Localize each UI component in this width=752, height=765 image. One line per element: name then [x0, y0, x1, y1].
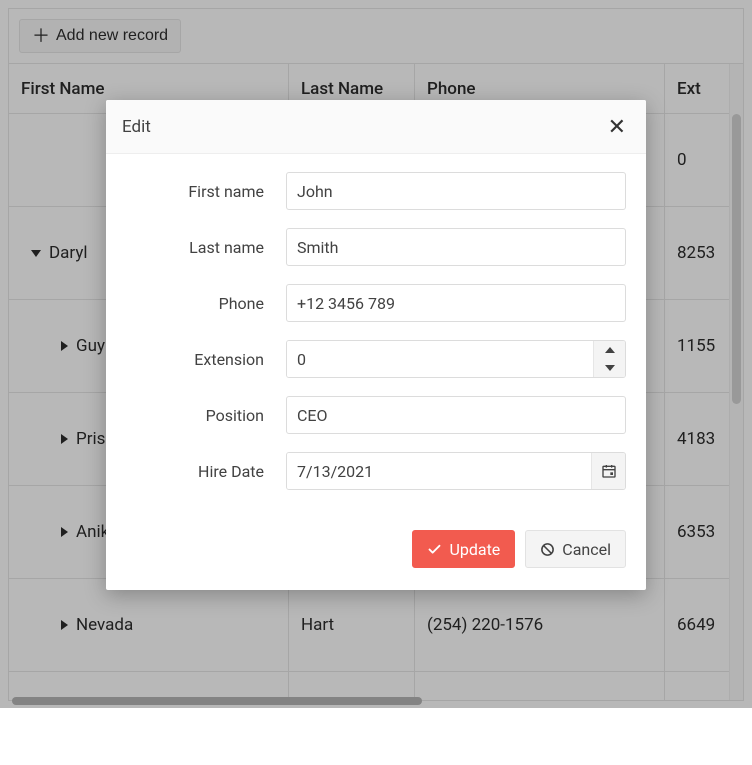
edit-dialog: Edit ✕ First name Last name Phone Extens…: [106, 100, 646, 590]
form-row-position: Position: [126, 396, 626, 434]
first-name-input[interactable]: [286, 172, 626, 210]
dialog-footer: Update Cancel: [106, 516, 646, 590]
label-first-name: First name: [126, 182, 286, 201]
cancel-button-label: Cancel: [562, 540, 611, 559]
form-row-first-name: First name: [126, 172, 626, 210]
caret-down-icon: [605, 365, 615, 371]
hire-date-input[interactable]: [287, 453, 591, 489]
extension-input[interactable]: [287, 341, 593, 377]
label-phone: Phone: [126, 294, 286, 313]
cancel-icon: [540, 542, 555, 557]
label-position: Position: [126, 406, 286, 425]
update-button-label: Update: [449, 540, 500, 559]
dialog-header: Edit ✕: [106, 100, 646, 154]
label-extension: Extension: [126, 350, 286, 369]
cancel-button[interactable]: Cancel: [525, 530, 626, 568]
form-row-hire-date: Hire Date: [126, 452, 626, 490]
extension-numeric: [286, 340, 626, 378]
calendar-icon: [601, 463, 617, 479]
label-last-name: Last name: [126, 238, 286, 257]
check-icon: [427, 542, 442, 557]
close-icon: ✕: [608, 114, 626, 139]
dialog-body: First name Last name Phone Extension: [106, 154, 646, 516]
last-name-input[interactable]: [286, 228, 626, 266]
close-button[interactable]: ✕: [604, 112, 630, 142]
caret-up-icon: [605, 347, 615, 353]
form-row-last-name: Last name: [126, 228, 626, 266]
dialog-title: Edit: [122, 117, 151, 137]
increment-button[interactable]: [594, 341, 625, 359]
decrement-button[interactable]: [594, 359, 625, 377]
form-row-phone: Phone: [126, 284, 626, 322]
update-button[interactable]: Update: [412, 530, 515, 568]
label-hire-date: Hire Date: [126, 462, 286, 481]
position-input[interactable]: [286, 396, 626, 434]
phone-input[interactable]: [286, 284, 626, 322]
hire-date-picker: [286, 452, 626, 490]
spinner-buttons: [593, 341, 625, 377]
calendar-toggle-button[interactable]: [591, 453, 625, 489]
form-row-extension: Extension: [126, 340, 626, 378]
